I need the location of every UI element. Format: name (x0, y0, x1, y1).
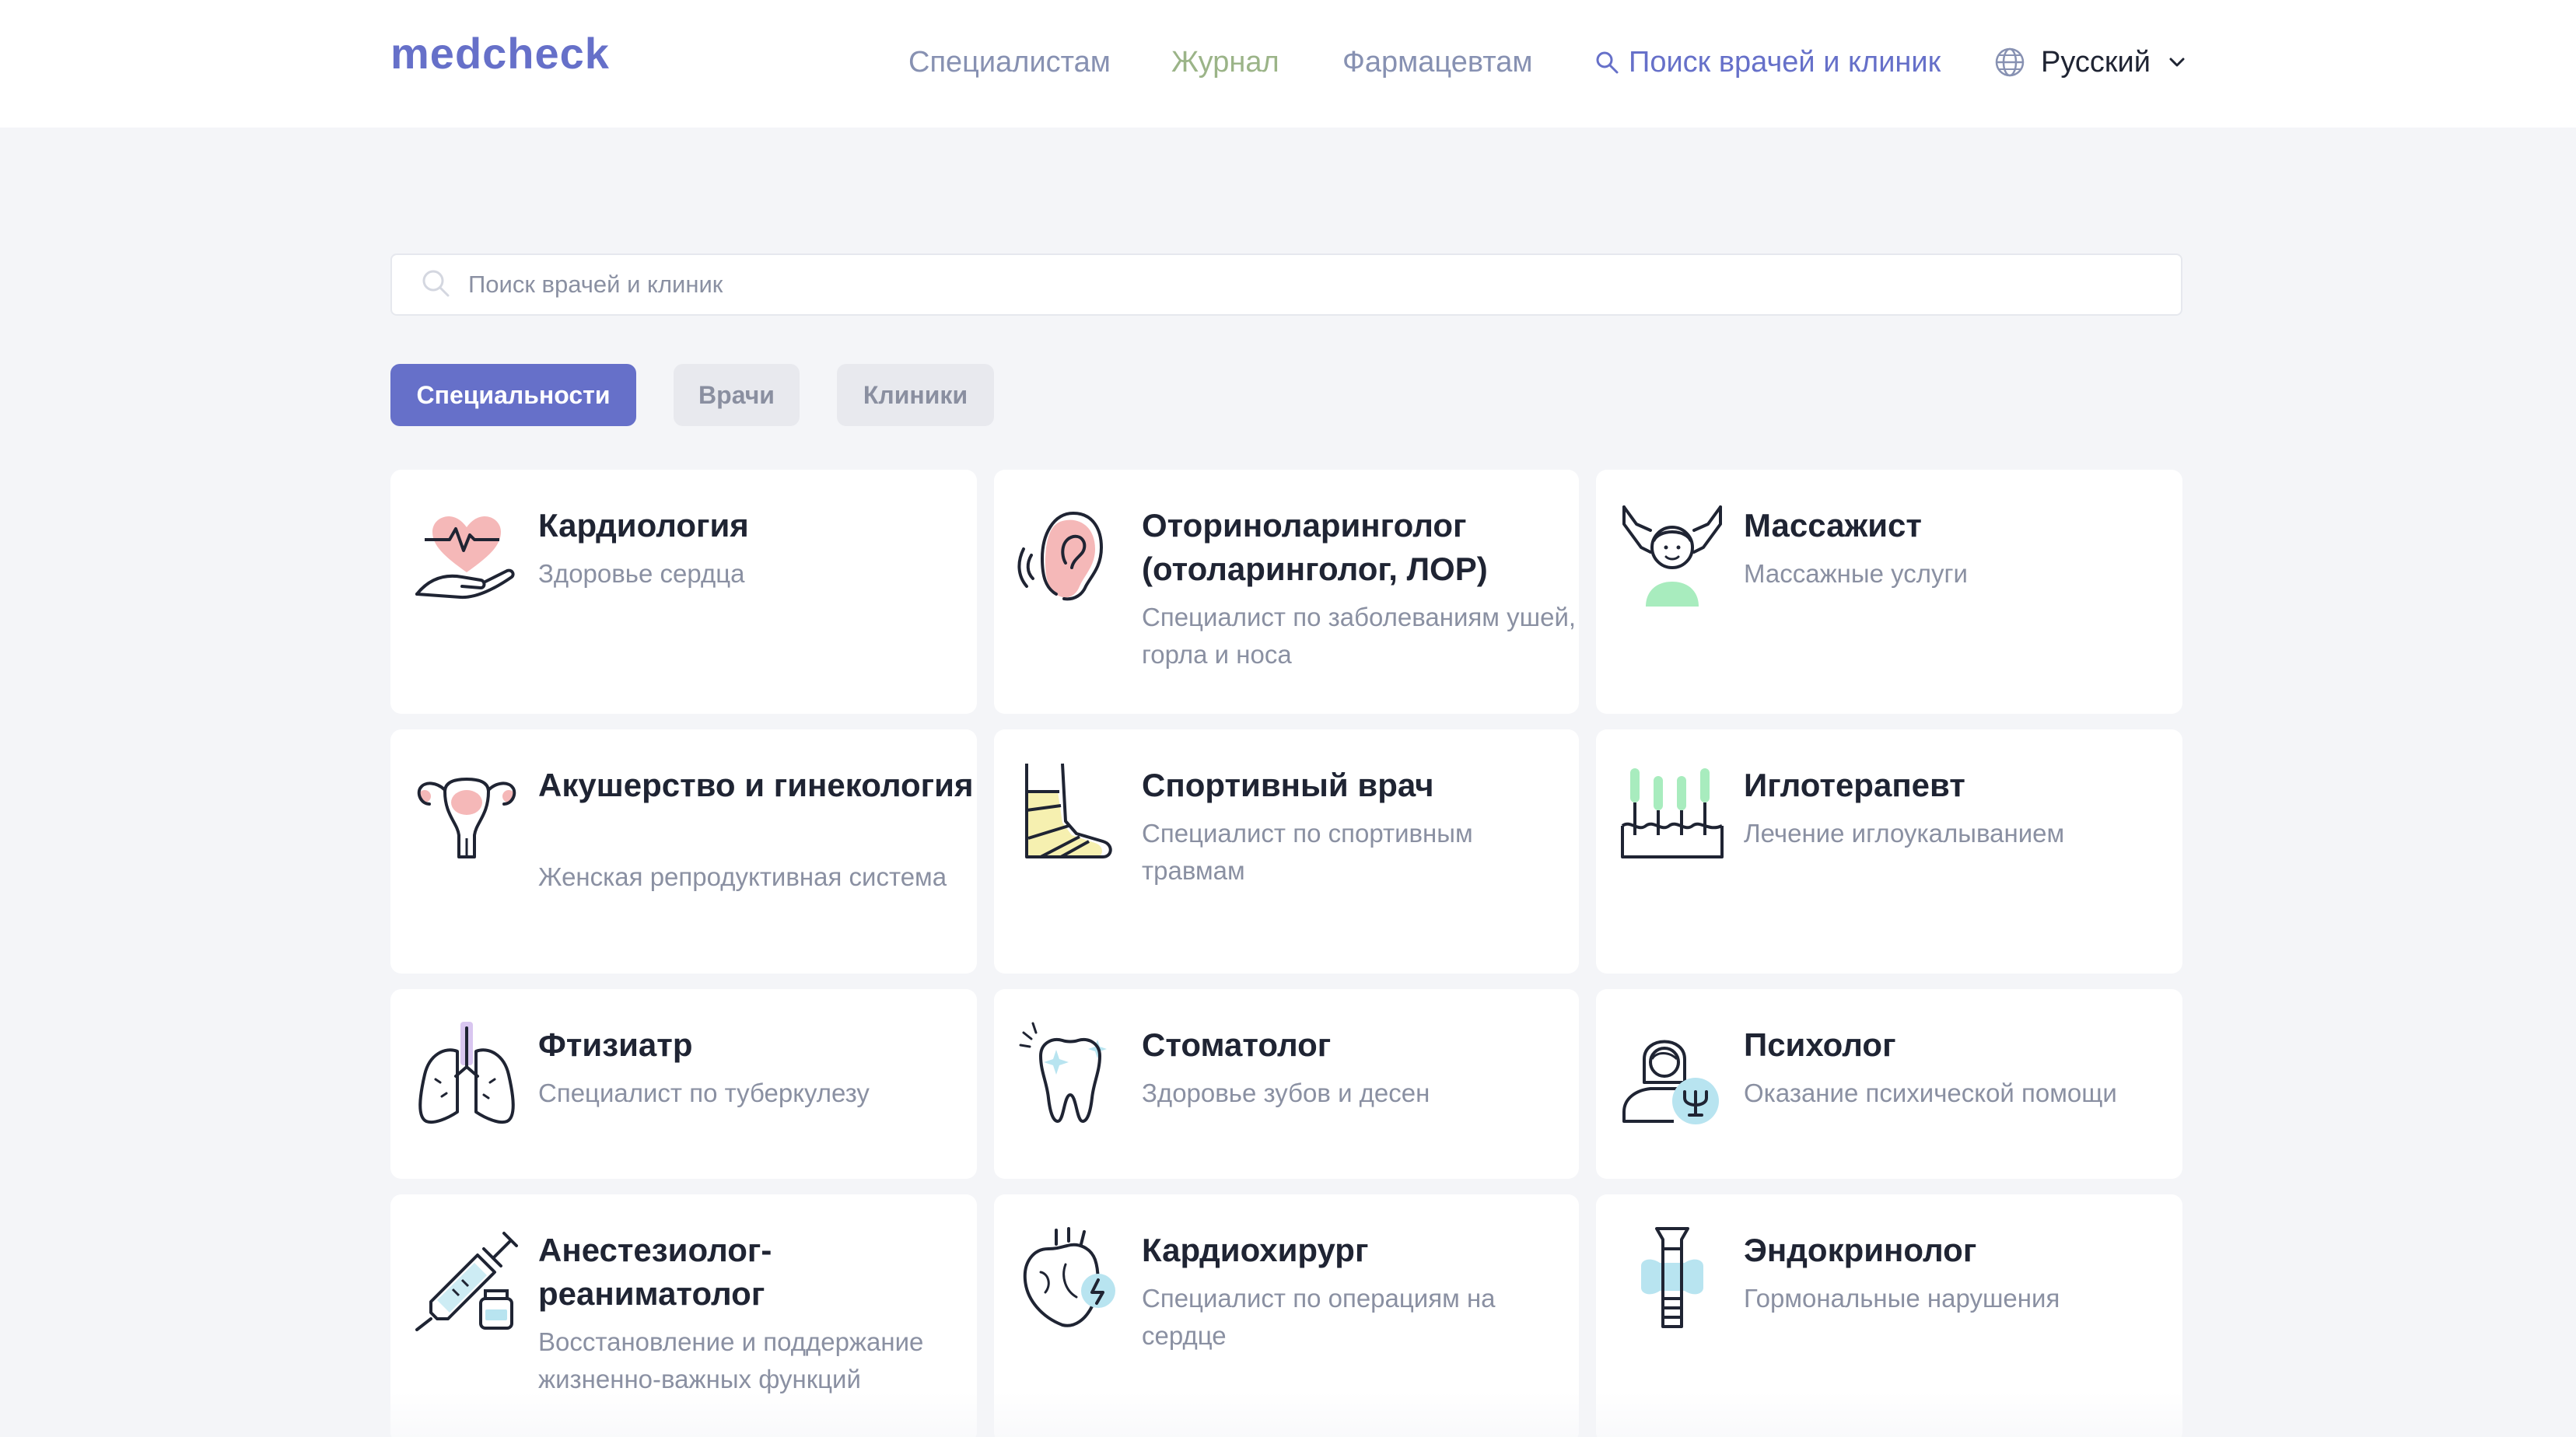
card-description: Восстановление и поддержание жизненно-ва… (538, 1327, 924, 1393)
card-title: Массажист (1744, 507, 1922, 544)
card-description: Специалист по заболеваниям ушей, горла и… (1142, 603, 1577, 669)
specialty-card-anesthesiology[interactable]: Анестезиолог-реаниматолог Восстановление… (390, 1194, 977, 1437)
specialty-card-psychology[interactable]: Психолог Оказание психической помощи (1596, 989, 2182, 1179)
card-title: Кардиология (538, 507, 749, 544)
uterus-icon (414, 760, 520, 866)
card-title: Оториноларинголог (отоларинголог, ЛОР) (1142, 507, 1488, 587)
specialty-card-cardiology[interactable]: Кардиология Здоровье сердца (390, 470, 977, 714)
language-selector[interactable]: Русский (1994, 44, 2188, 81)
card-description: Специалист по спортивным травмам (1142, 819, 1473, 885)
specialty-card-gynecology[interactable]: Акушерство и гинекология Женская репроду… (390, 729, 977, 974)
specialty-card-cardiac-surgery[interactable]: Кардиохирург Специалист по операциям на … (994, 1194, 1579, 1437)
search-icon (1594, 50, 1619, 75)
specialty-card-acupuncture[interactable]: Иглотерапевт Лечение иглоукалыванием (1596, 729, 2182, 974)
ear-icon (1017, 501, 1123, 607)
nav-link-specialists[interactable]: Специалистам (908, 44, 1111, 81)
card-title: Спортивный врач (1142, 767, 1434, 803)
card-title: Фтизиатр (538, 1026, 693, 1063)
specialty-card-endocrinology[interactable]: Эндокринолог Гормональные нарушения (1596, 1194, 2182, 1437)
specialty-card-phthisiology[interactable]: Фтизиатр Специалист по туберкулезу (390, 989, 977, 1179)
syringe-vial-icon (414, 1225, 520, 1331)
acupuncture-needles-icon (1619, 760, 1725, 866)
nav-search-doctors-clinics[interactable]: Поиск врачей и клиник (1594, 44, 1941, 81)
massage-icon (1619, 501, 1725, 607)
card-title: Стоматолог (1142, 1026, 1332, 1063)
card-title: Эндокринолог (1744, 1232, 1977, 1268)
card-title: Кардиохирург (1142, 1232, 1369, 1268)
specialty-card-dentistry[interactable]: Стоматолог Здоровье зубов и десен (994, 989, 1579, 1179)
tab-clinics[interactable]: Клиники (837, 364, 994, 426)
card-title: Иглотерапевт (1744, 767, 1965, 803)
card-description: Специалист по операциям на сердце (1142, 1284, 1496, 1350)
medcheck-logo[interactable]: medcheck (390, 28, 610, 79)
search-input[interactable] (468, 271, 2024, 299)
card-description: Массажные услуги (1744, 559, 1968, 588)
heart-hand-icon (414, 501, 520, 607)
card-description: Оказание психической помощи (1744, 1079, 2117, 1107)
tooth-icon (1017, 1020, 1123, 1126)
heart-surgery-icon (1017, 1225, 1123, 1331)
card-description: Женская репродуктивная система (538, 862, 947, 891)
psychologist-icon (1619, 1020, 1725, 1126)
nav-link-journal[interactable]: Журнал (1171, 44, 1279, 81)
specialty-card-massage[interactable]: Массажист Массажные услуги (1596, 470, 2182, 714)
language-label: Русский (2041, 45, 2151, 79)
card-description: Здоровье зубов и десен (1142, 1079, 1430, 1107)
card-description: Лечение иглоукалыванием (1744, 819, 2065, 848)
card-title: Анестезиолог-реаниматолог (538, 1232, 772, 1312)
specialty-card-ent[interactable]: Оториноларинголог (отоларинголог, ЛОР) С… (994, 470, 1579, 714)
nav-search-label: Поиск врачей и клиник (1629, 45, 1941, 79)
card-description: Здоровье сердца (538, 559, 745, 588)
bandaged-foot-icon (1017, 760, 1123, 866)
top-navigation-bar: medcheck Специалистам Журнал Фармацевтам… (0, 0, 2576, 128)
search-icon (420, 267, 451, 302)
globe-icon (1994, 47, 2025, 78)
card-description: Гормональные нарушения (1744, 1284, 2060, 1313)
lungs-icon (414, 1020, 520, 1126)
card-description: Специалист по туберкулезу (538, 1079, 870, 1107)
specialty-card-sports[interactable]: Спортивный врач Специалист по спортивным… (994, 729, 1579, 974)
tab-specialties[interactable]: Специальности (390, 364, 636, 426)
search-field[interactable] (390, 253, 2182, 316)
chevron-down-icon (2166, 51, 2188, 73)
card-title: Акушерство и гинекология (538, 767, 974, 803)
tab-doctors[interactable]: Врачи (674, 364, 800, 426)
card-title: Психолог (1744, 1026, 1896, 1063)
thyroid-icon (1619, 1225, 1725, 1331)
nav-link-pharmacists[interactable]: Фармацевтам (1342, 44, 1532, 81)
